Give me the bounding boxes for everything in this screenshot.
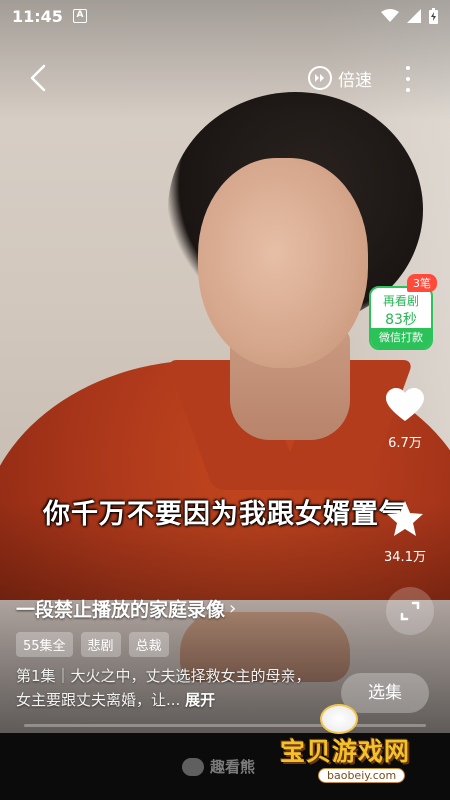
favorite-button[interactable]: 34.1万	[383, 500, 427, 565]
drama-tags: 55集全 悲剧 总裁	[16, 632, 169, 657]
speed-label: 倍速	[338, 70, 372, 91]
reward-badge: 3笔	[407, 274, 437, 292]
reward-box: 再看剧 83秒 微信打款	[369, 286, 433, 350]
more-options-button[interactable]	[402, 66, 414, 92]
status-icons	[381, 8, 438, 24]
expand-icon	[400, 601, 420, 621]
watermark-text: 宝贝游戏网	[280, 737, 411, 766]
status-bar: 11:45 A	[0, 0, 450, 32]
video-player[interactable]	[0, 0, 450, 733]
brand-logo-icon	[182, 757, 204, 776]
more-dot	[406, 77, 410, 81]
drama-title: 一段禁止播放的家庭录像	[16, 599, 226, 621]
reward-line-1: 再看剧	[382, 294, 419, 308]
signal-icon	[407, 9, 421, 23]
brand-watermark: 趣看熊	[182, 756, 255, 777]
gamepad-icon	[320, 704, 358, 734]
back-button[interactable]	[24, 62, 52, 94]
playback-speed-button[interactable]: 倍速	[308, 64, 372, 92]
chevron-left-icon	[30, 64, 46, 92]
heart-icon	[386, 388, 424, 421]
reward-line-2: 83秒	[385, 312, 417, 328]
tag-category[interactable]: 总裁	[128, 632, 169, 657]
speed-icon	[308, 66, 332, 90]
notification-icon: A	[72, 9, 87, 23]
like-count: 6.7万	[388, 436, 422, 451]
wifi-icon	[381, 9, 399, 22]
site-watermark: 宝贝游戏网 baobeiy.com	[270, 700, 445, 796]
brand-name: 趣看熊	[210, 758, 256, 776]
drama-title-link[interactable]: 一段禁止播放的家庭录像 ›	[16, 595, 236, 622]
more-dot	[406, 66, 410, 70]
tag-episodes[interactable]: 55集全	[16, 632, 73, 657]
watch-reward-widget[interactable]: 再看剧 83秒 微信打款 3笔	[367, 274, 437, 354]
like-button[interactable]: 6.7万	[385, 388, 425, 451]
video-figure-face	[198, 158, 368, 368]
status-time: 11:45	[12, 6, 63, 26]
more-dot	[406, 88, 410, 92]
favorite-count: 34.1万	[384, 550, 426, 565]
description-text: 第1集｜大火之中，丈夫选择救女主的母亲，女主要跟丈夫离婚，让...	[16, 667, 311, 709]
reward-action: 微信打款	[371, 328, 431, 348]
expand-description-button[interactable]: 展开	[185, 691, 215, 709]
star-icon	[387, 501, 423, 536]
chevron-right-icon: ›	[229, 598, 237, 619]
watermark-url: baobeiy.com	[318, 768, 406, 783]
tag-genre[interactable]: 悲剧	[80, 632, 121, 657]
battery-icon	[429, 8, 438, 24]
fullscreen-button[interactable]	[386, 587, 434, 635]
